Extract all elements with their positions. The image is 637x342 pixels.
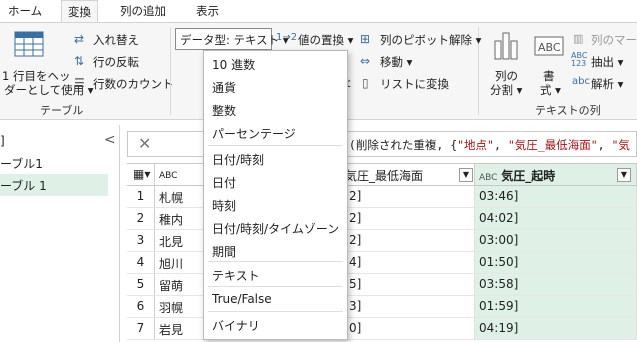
menu-item[interactable]: テキスト (204, 264, 347, 286)
count-rows-button[interactable]: 行数のカウント (93, 76, 174, 92)
menu-separator (208, 145, 343, 146)
table-cell[interactable]: 3] (345, 296, 475, 318)
count-rows-icon: ☰ (74, 76, 85, 90)
table-cell[interactable]: 03:00] (475, 230, 637, 252)
tab-bar: ホーム 変換 列の追加 表示 (0, 0, 637, 24)
tab-add-column[interactable]: 列の追加 (120, 3, 166, 19)
to-list-button[interactable]: リストに変換 (380, 76, 449, 92)
merge-icon: ▥ (573, 32, 584, 45)
menu-item[interactable]: 期間 (204, 240, 347, 262)
parse-button[interactable]: 解析 ▾ (591, 76, 623, 92)
tab-transform[interactable]: 変換 (61, 0, 98, 24)
format-button[interactable]: 式 ▾ (540, 82, 561, 98)
menu-item[interactable]: バイナリ (204, 314, 347, 336)
table-header-icon (14, 31, 44, 57)
ribbon-separator (170, 27, 171, 115)
split-column-icon (494, 32, 518, 60)
table-cell[interactable]: 2] (345, 230, 475, 252)
column-filter-button[interactable]: ▼ (459, 168, 473, 182)
extract-icon: ABC 123 (571, 51, 588, 68)
move-button[interactable]: 移動 ▾ (380, 54, 412, 70)
parse-icon: abc (572, 76, 590, 87)
extract-button[interactable]: 抽出 ▾ (591, 54, 623, 70)
table-cell[interactable]: 0] (345, 318, 475, 340)
data-type-menu: 10 進数 通貨 整数 パーセンテージ 日付/時刻 日付 時刻 日付/時刻/タイムゾーン 期間テ… (203, 50, 348, 340)
menu-item[interactable]: 日付/時刻/タイムゾーン (204, 217, 347, 239)
menu-item[interactable]: True/False (204, 289, 347, 311)
formula-text[interactable]: t(削除された重複, {"地点", "気圧_最低海面", "気 (342, 131, 637, 157)
split-column-button[interactable]: 分割 ▾ (490, 82, 522, 98)
table-cell[interactable]: 03:46] (475, 186, 637, 208)
reverse-rows-icon: ⇅ (74, 54, 85, 68)
reverse-rows-button[interactable]: 行の反転 (93, 54, 139, 70)
unpivot-button[interactable]: 列のピボット解除 ▾ (380, 32, 481, 48)
table-cell[interactable]: 01:50] (475, 252, 637, 274)
menu-separator (208, 286, 343, 287)
row-number[interactable]: 6 (127, 296, 155, 318)
tab-home[interactable]: ホーム (8, 3, 42, 19)
tab-view[interactable]: 表示 (196, 3, 219, 19)
row-number[interactable]: 3 (127, 230, 155, 252)
data-type-button[interactable]: データ型: テキスト ▾ (175, 28, 289, 50)
menu-separator (208, 261, 343, 262)
table-cell[interactable]: 4] (345, 252, 475, 274)
menu-item[interactable]: 日付/時刻 (204, 148, 347, 170)
query-item-1[interactable]: ーブル1 (0, 152, 108, 174)
menu-item[interactable]: 整数 (204, 99, 347, 121)
move-icon: ⇔ (360, 54, 371, 68)
cancel-formula-icon[interactable]: ✕ (138, 134, 151, 153)
menu-item[interactable]: 日付 (204, 171, 347, 193)
transpose-icon: ⇄ (74, 32, 85, 46)
query-item-2-selected[interactable]: ーブル 1 (0, 174, 108, 196)
menu-item[interactable]: 10 進数 (204, 53, 347, 75)
query-header: ] (0, 134, 5, 148)
table-cell[interactable]: 01:59] (475, 296, 637, 318)
group-label-text-column: テキストの列 (535, 104, 601, 117)
column-filter-button[interactable]: ▼ (617, 168, 631, 182)
menu-item[interactable]: 時刻 (204, 194, 347, 216)
row-number[interactable]: 7 (127, 318, 155, 340)
column-header-2[interactable]: 気圧_最低海面 ▼ (345, 164, 475, 186)
row-number[interactable]: 5 (127, 274, 155, 296)
transpose-button[interactable]: 入れ替え (93, 32, 139, 48)
menu-item[interactable]: 通貨 (204, 76, 347, 98)
svg-text:ABC: ABC (538, 41, 561, 54)
format-icon: ABC (534, 36, 564, 56)
table-cell[interactable]: 04:02] (475, 208, 637, 230)
row-number[interactable]: 1 (127, 186, 155, 208)
merge-button[interactable]: 列のマージ (591, 32, 637, 48)
table-cell[interactable]: 04:19] (475, 318, 637, 340)
to-list-icon: ▯ (362, 76, 369, 90)
unpivot-icon: ⊞ (360, 32, 371, 46)
table-cell[interactable]: 03:58] (475, 274, 637, 296)
table-cell[interactable]: 5] (345, 274, 475, 296)
row-number[interactable]: 2 (127, 208, 155, 230)
row-number[interactable]: 4 (127, 252, 155, 274)
queries-pane: < ] ーブル1 ーブル 1 (0, 125, 120, 342)
replace-values-button[interactable]: 値の置換 ▾ (298, 32, 353, 48)
column-header-3[interactable]: ABC 気圧_起時 ▼ (475, 164, 637, 186)
table-cell[interactable]: 2] (345, 186, 475, 208)
table-cell[interactable]: 2] (345, 208, 475, 230)
menu-separator (208, 311, 343, 312)
table-menu-icon[interactable]: ▦▾ (127, 164, 155, 186)
group-label-table: テーブル (40, 104, 84, 117)
menu-item[interactable]: パーセンテージ (204, 122, 347, 144)
